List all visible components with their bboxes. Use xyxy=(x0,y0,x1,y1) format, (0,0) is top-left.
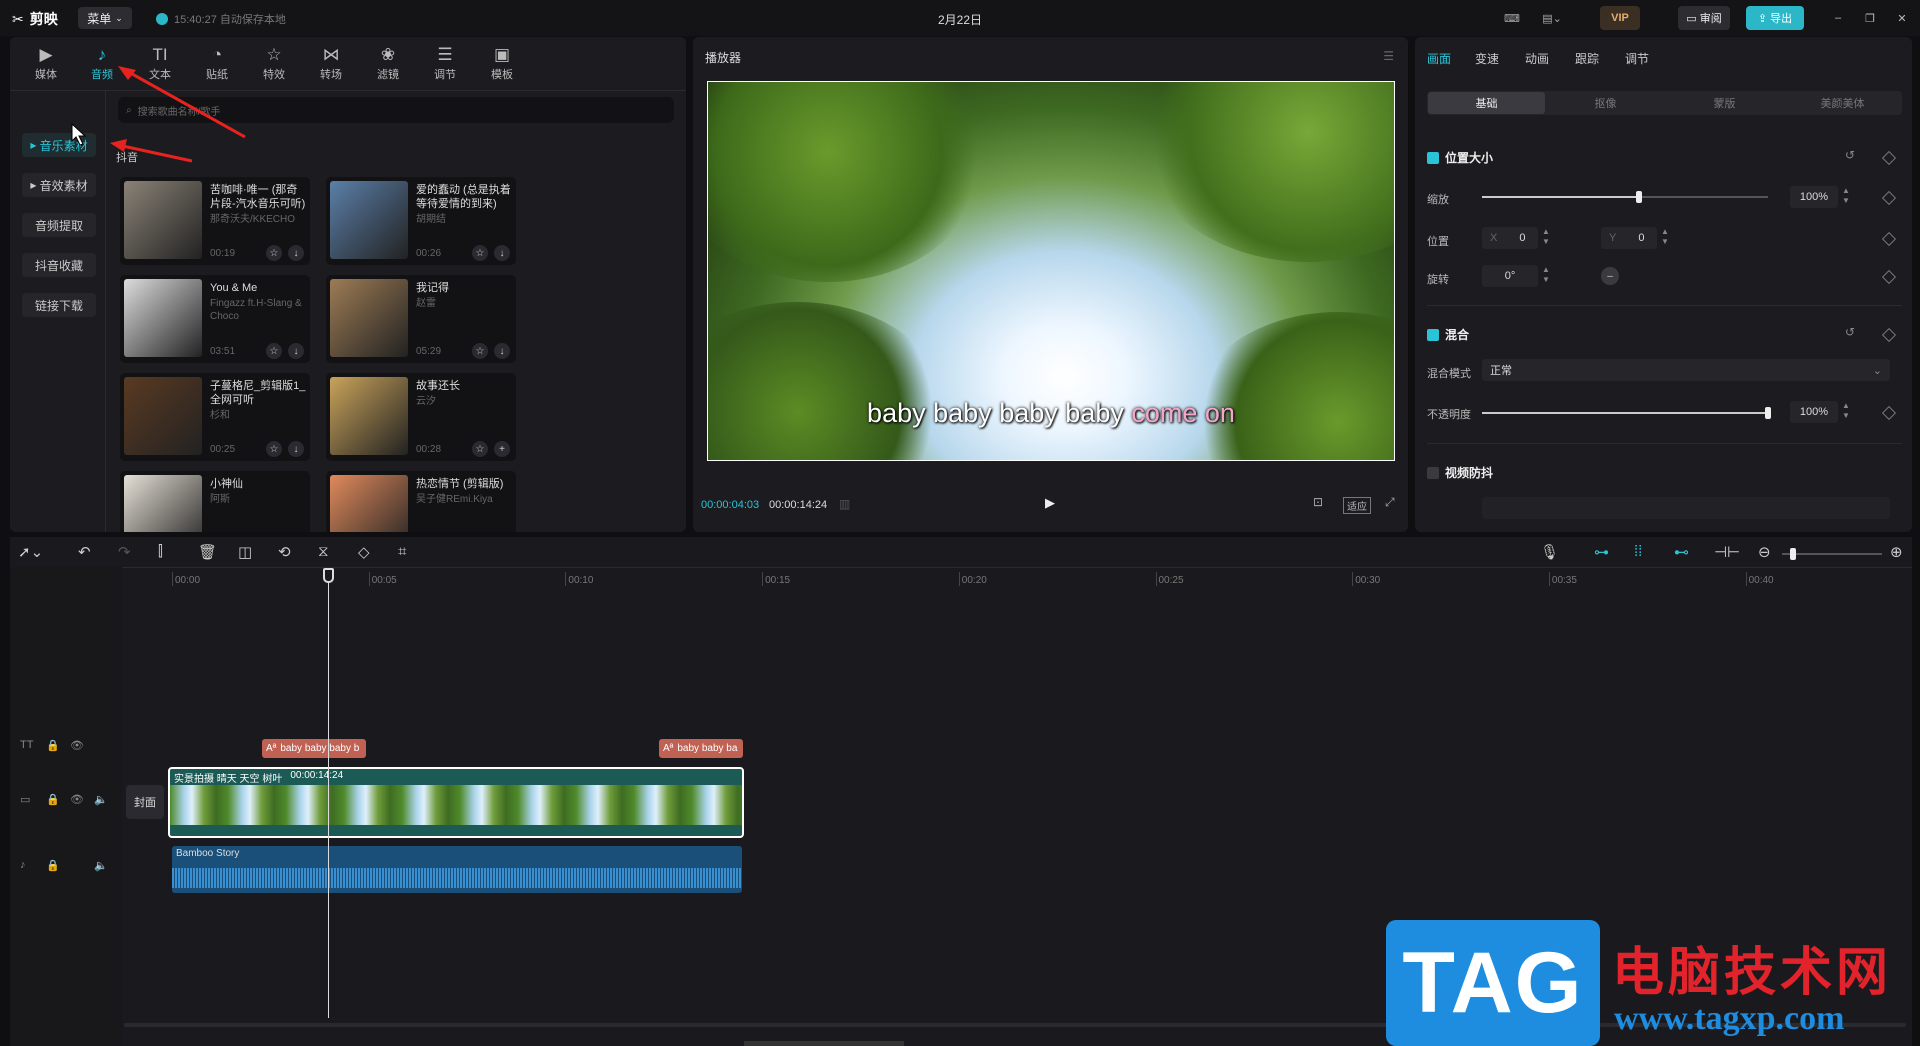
annotation-arrow xyxy=(117,143,193,163)
arrowhead xyxy=(118,66,136,80)
annotation-arrows xyxy=(71,66,246,163)
watermark-logo: TAG xyxy=(1386,920,1600,1046)
arrowhead xyxy=(110,139,127,152)
watermark-title: 电脑技术网 xyxy=(1612,944,1893,1002)
mouse-cursor-icon xyxy=(71,122,87,146)
watermark-url: www.tagxp.com xyxy=(1614,1000,1845,1037)
annotation-arrow xyxy=(124,68,246,139)
